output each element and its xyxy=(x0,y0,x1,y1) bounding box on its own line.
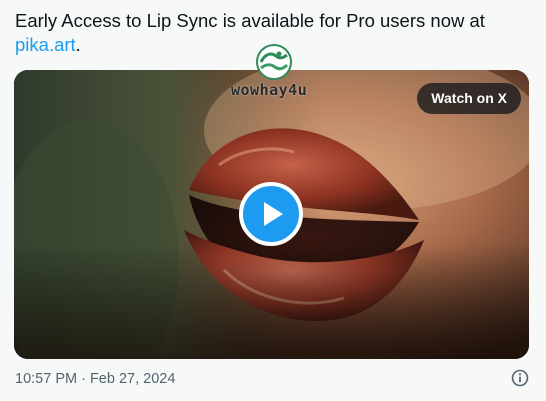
tweet-text-body: Early Access to Lip Sync is available fo… xyxy=(15,10,485,31)
watermark-text: wowhay4u xyxy=(231,81,308,99)
video-player[interactable]: Watch on X xyxy=(14,70,529,359)
tweet-text-end: . xyxy=(75,34,81,55)
info-icon[interactable] xyxy=(511,369,529,387)
watch-on-x-button[interactable]: Watch on X xyxy=(417,83,521,114)
play-icon xyxy=(264,202,283,226)
wave-logo-icon xyxy=(256,44,292,80)
watermark: wowhay4u xyxy=(231,44,333,102)
pika-link[interactable]: pika.art xyxy=(15,34,76,55)
timestamp[interactable]: 10:57 PM · Feb 27, 2024 xyxy=(15,371,175,387)
play-button[interactable] xyxy=(239,182,303,246)
